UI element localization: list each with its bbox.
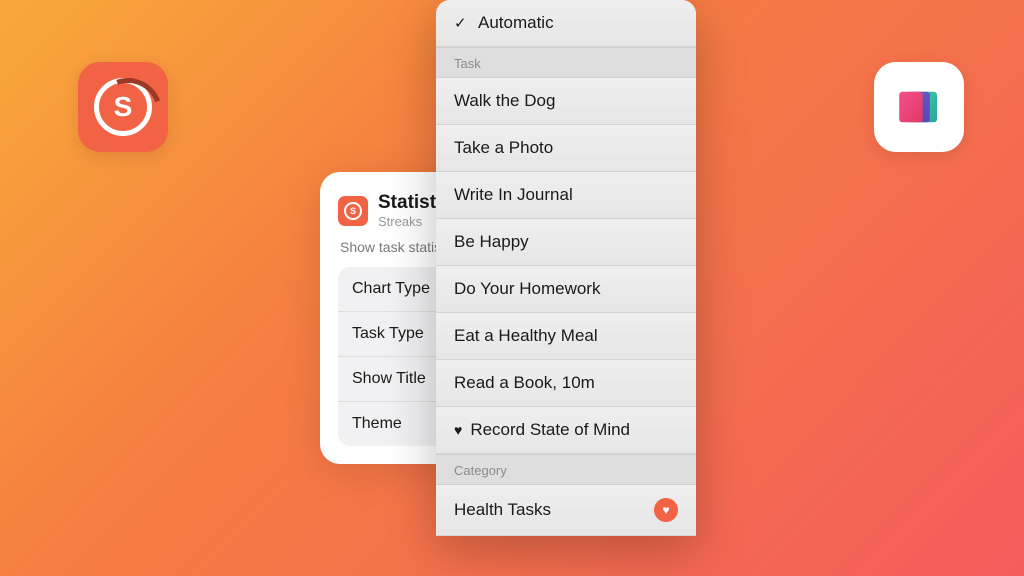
dropdown-section-header-task: Task: [436, 47, 696, 78]
dropdown-item-label: Take a Photo: [454, 138, 553, 158]
dropdown-item-homework[interactable]: Do Your Homework: [436, 266, 696, 313]
dropdown-item-label: Walk the Dog: [454, 91, 555, 111]
dropdown-item-label: Eat a Healthy Meal: [454, 326, 598, 346]
dropdown-item-health-tasks[interactable]: Health Tasks ♥: [436, 485, 696, 536]
category-badge: ♥: [654, 498, 678, 522]
dropdown-item-label: Automatic: [478, 13, 554, 33]
dropdown-item-label: Read a Book, 10m: [454, 373, 595, 393]
dropdown-item-walk-dog[interactable]: Walk the Dog: [436, 78, 696, 125]
heart-icon: ♥: [454, 422, 462, 438]
streaks-letter: S: [114, 91, 133, 123]
dropdown-item-label: Do Your Homework: [454, 279, 600, 299]
dropdown-item-be-happy[interactable]: Be Happy: [436, 219, 696, 266]
task-type-dropdown-menu: ✓ Automatic Task Walk the Dog Take a Pho…: [436, 0, 696, 536]
dropdown-item-label: Write In Journal: [454, 185, 573, 205]
dropdown-item-write-journal[interactable]: Write In Journal: [436, 172, 696, 219]
streaks-mini-icon: S: [344, 202, 362, 220]
shortcuts-app-icon: [874, 62, 964, 152]
dropdown-item-label: Be Happy: [454, 232, 529, 252]
dropdown-item-take-photo[interactable]: Take a Photo: [436, 125, 696, 172]
dropdown-item-label: Record State of Mind: [470, 420, 630, 440]
dropdown-item-healthy-meal[interactable]: Eat a Healthy Meal: [436, 313, 696, 360]
checkmark-icon: ✓: [454, 14, 468, 32]
widget-app-icon: S: [338, 196, 368, 226]
shortcuts-logo-icon: [892, 80, 946, 134]
streaks-progress-ring-icon: S: [94, 78, 152, 136]
dropdown-item-automatic[interactable]: ✓ Automatic: [436, 0, 696, 47]
dropdown-item-read-book[interactable]: Read a Book, 10m: [436, 360, 696, 407]
streaks-app-icon: S: [78, 62, 168, 152]
heart-icon: ♥: [662, 503, 669, 517]
dropdown-item-record-state[interactable]: ♥ Record State of Mind: [436, 407, 696, 454]
dropdown-item-label: Health Tasks: [454, 500, 551, 520]
dropdown-section-header-category: Category: [436, 454, 696, 485]
